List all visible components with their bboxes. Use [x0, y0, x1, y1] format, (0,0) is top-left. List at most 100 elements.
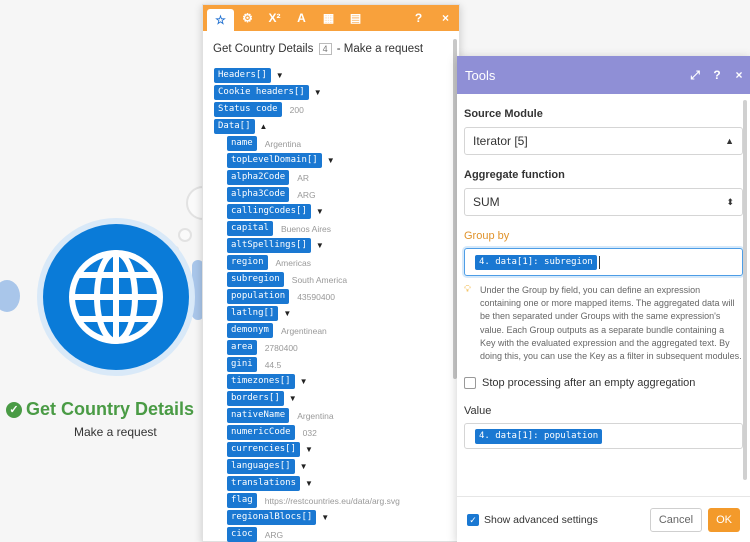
mapping-item[interactable]: subregion South America [227, 271, 347, 288]
mapping-item[interactable]: languages[] ▼ [227, 458, 308, 475]
mapping-item[interactable]: currencies[] ▼ [227, 441, 313, 458]
superscript-icon[interactable]: X² [261, 5, 288, 31]
text-icon[interactable]: A [288, 5, 315, 31]
collapse-caret-icon[interactable]: ▲ [260, 122, 268, 131]
mapping-item[interactable]: Status code 200 [214, 101, 304, 118]
group-by-hint-text: Under the Group by field, you can define… [480, 285, 742, 362]
mapping-item-pill[interactable]: languages[] [227, 459, 295, 474]
value-input[interactable]: 4. data[1]: population [464, 423, 743, 450]
mapping-item[interactable]: nativeName Argentina [227, 407, 334, 424]
mapping-item[interactable]: Data[] ▲ [214, 118, 267, 135]
expand-caret-icon[interactable]: ▼ [276, 71, 284, 80]
close-icon[interactable]: × [728, 68, 750, 82]
expand-caret-icon[interactable]: ▼ [305, 479, 313, 488]
mapping-item-pill[interactable]: latlng[] [227, 306, 279, 321]
mapping-item[interactable]: demonym Argentinean [227, 322, 327, 339]
mapping-item[interactable]: Headers[] ▼ [214, 67, 284, 84]
expand-caret-icon[interactable]: ▼ [300, 377, 308, 386]
calendar-icon[interactable]: ▦ [315, 5, 342, 31]
gear-icon[interactable]: ⚙ [234, 5, 261, 31]
mapping-item[interactable]: translations ▼ [227, 475, 313, 492]
mapping-item[interactable]: latlng[] ▼ [227, 305, 291, 322]
source-module-select[interactable]: Iterator [5] ▲ [464, 127, 743, 155]
mapping-item[interactable]: cioc ARG [227, 526, 283, 542]
module-node[interactable] [43, 224, 189, 370]
mapping-item-pill[interactable]: Status code [214, 102, 282, 117]
module-number-badge: 4 [318, 43, 332, 55]
mapping-item-pill[interactable]: callingCodes[] [227, 204, 311, 219]
group-by-input[interactable]: 4. data[1]: subregion [464, 248, 743, 276]
tools-scrollbar[interactable] [743, 100, 747, 480]
mapping-item-value: 200 [289, 104, 304, 115]
mapping-item[interactable]: regionalBlocs[] ▼ [227, 509, 329, 526]
mapping-item-value: 44.5 [264, 359, 282, 370]
cancel-button[interactable]: Cancel [649, 507, 703, 532]
mapping-item-pill[interactable]: borders[] [227, 391, 284, 406]
mapping-item-pill[interactable]: Data[] [214, 119, 255, 134]
star-icon[interactable]: ☆ [207, 9, 234, 31]
expand-caret-icon[interactable]: ▼ [321, 513, 329, 522]
mapping-item-pill[interactable]: translations [227, 476, 301, 491]
mapping-item[interactable]: flag https://restcountries.eu/data/arg.sv… [227, 492, 400, 509]
mapping-item[interactable]: alpha2Code AR [227, 169, 309, 186]
stop-processing-checkbox[interactable] [464, 377, 476, 390]
expand-caret-icon[interactable]: ▼ [283, 309, 291, 318]
expand-caret-icon[interactable]: ▼ [289, 394, 297, 403]
value-token[interactable]: 4. data[1]: population [475, 428, 603, 444]
mapping-item-pill[interactable]: name [227, 136, 257, 151]
mapping-item-pill[interactable]: currencies[] [227, 442, 301, 457]
mapping-item-pill[interactable]: gini [227, 357, 257, 372]
mapping-item[interactable]: Cookie headers[] ▼ [214, 84, 322, 101]
mapping-item[interactable]: name Argentina [227, 135, 301, 152]
mapping-item[interactable]: altSpellings[] ▼ [227, 237, 324, 254]
mapping-item-pill[interactable]: flag [227, 493, 257, 508]
ok-button[interactable]: OK [708, 507, 740, 532]
table-icon[interactable]: ▤ [342, 5, 369, 31]
expand-icon[interactable]: ⤢ [684, 68, 706, 83]
expand-caret-icon[interactable]: ▼ [316, 207, 324, 216]
mapping-item-pill[interactable]: demonym [227, 323, 273, 338]
mapping-item-pill[interactable]: area [227, 340, 257, 355]
aggregate-function-select[interactable]: SUM ⬍ [464, 188, 743, 216]
mapping-item-pill[interactable]: region [227, 255, 268, 270]
mapping-item[interactable]: area 2780400 [227, 339, 298, 356]
mapping-item[interactable]: gini 44.5 [227, 356, 281, 373]
advanced-settings-option[interactable]: ✓ Show advanced settings [467, 513, 598, 526]
expand-caret-icon[interactable]: ▼ [327, 156, 335, 165]
mapping-item-pill[interactable]: cioc [227, 527, 257, 542]
expand-caret-icon[interactable]: ▼ [314, 88, 322, 97]
mapping-item-pill[interactable]: numericCode [227, 425, 295, 440]
mapping-item[interactable]: topLevelDomain[] ▼ [227, 152, 335, 169]
mapping-item-pill[interactable]: population [227, 289, 290, 304]
expand-caret-icon[interactable]: ▼ [305, 445, 313, 454]
expand-caret-icon[interactable]: ▼ [300, 462, 308, 471]
mapping-item-pill[interactable]: altSpellings[] [227, 238, 311, 253]
group-by-token[interactable]: 4. data[1]: subregion [475, 254, 597, 270]
mapping-item-pill[interactable]: nativeName [227, 408, 290, 423]
mapping-item-pill[interactable]: topLevelDomain[] [227, 153, 322, 168]
value-label: Value [464, 405, 492, 418]
mapping-item-pill[interactable]: subregion [227, 272, 284, 287]
mapping-item-pill[interactable]: regionalBlocs[] [227, 510, 317, 525]
close-icon[interactable]: × [432, 5, 459, 31]
expand-caret-icon[interactable]: ▼ [316, 241, 324, 250]
mapping-item[interactable]: borders[] ▼ [227, 390, 297, 407]
mapping-item[interactable]: callingCodes[] ▼ [227, 203, 324, 220]
help-icon[interactable]: ? [706, 68, 728, 82]
mapping-item[interactable]: alpha3Code ARG [227, 186, 316, 203]
mapping-item[interactable]: capital Buenos Aires [227, 220, 331, 237]
stop-processing-option[interactable]: Stop processing after an empty aggregati… [464, 377, 743, 390]
mapping-item[interactable]: numericCode 032 [227, 424, 317, 441]
mapping-panel-title: Get Country Details 4 - Make a request [213, 43, 424, 55]
mapping-item[interactable]: region Americas [227, 254, 311, 271]
help-icon[interactable]: ? [405, 5, 432, 31]
mapping-item-pill[interactable]: timezones[] [227, 374, 295, 389]
mapping-item[interactable]: timezones[] ▼ [227, 373, 308, 390]
mapping-item-pill[interactable]: Cookie headers[] [214, 85, 309, 100]
mapping-item[interactable]: population 43590400 [227, 288, 335, 305]
mapping-item-pill[interactable]: alpha3Code [227, 187, 290, 202]
advanced-settings-checkbox[interactable]: ✓ [467, 513, 479, 526]
mapping-item-pill[interactable]: capital [227, 221, 273, 236]
mapping-item-pill[interactable]: Headers[] [214, 68, 271, 83]
mapping-item-pill[interactable]: alpha2Code [227, 170, 290, 185]
